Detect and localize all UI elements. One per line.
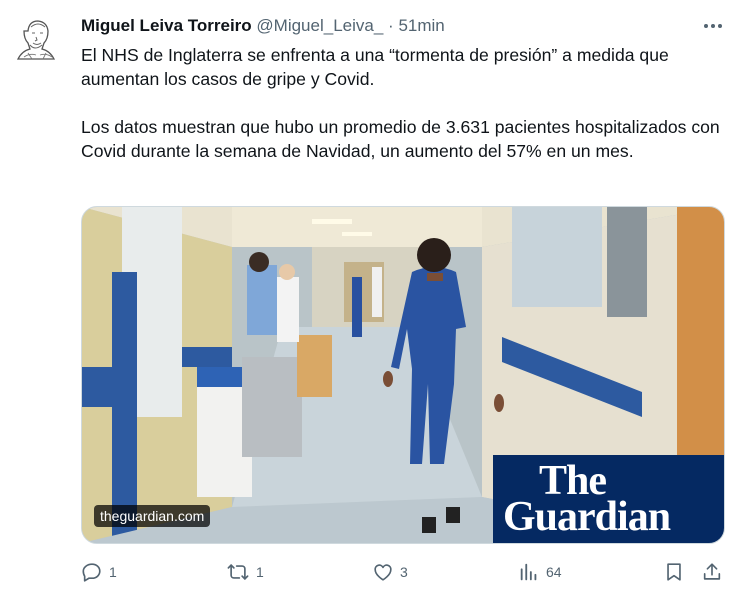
views-button[interactable]: 64 (518, 558, 562, 586)
share-icon (703, 563, 721, 580)
card-domain[interactable]: theguardian.com (94, 505, 211, 527)
like-button[interactable]: 3 (372, 558, 408, 586)
link-card-image[interactable]: theguardian.com The Guardian (81, 206, 725, 544)
bookmark-icon (667, 563, 681, 581)
action-bar: 1 1 3 64 (81, 558, 726, 586)
tweet-text: El NHS de Inglaterra se enfrenta a una “… (81, 43, 721, 163)
views-count: 64 (546, 564, 562, 580)
retweet-count: 1 (256, 564, 264, 580)
views-icon (520, 563, 537, 581)
guardian-logo: The Guardian (493, 455, 724, 543)
tweet-header: Miguel Leiva Torreiro @Miguel_Leiva_ · 5… (81, 16, 445, 36)
tweet-paragraph-1: El NHS de Inglaterra se enfrenta a una “… (81, 45, 669, 89)
retweet-icon (227, 564, 249, 580)
reply-count: 1 (109, 564, 117, 580)
reply-button[interactable]: 1 (81, 558, 117, 586)
like-icon (374, 564, 392, 581)
bookmark-button[interactable] (663, 558, 685, 586)
header-separator: · (388, 16, 394, 35)
share-button[interactable] (701, 558, 723, 586)
author-handle[interactable]: @Miguel_Leiva_ (256, 16, 383, 35)
reply-icon (82, 563, 101, 582)
more-icon (704, 24, 722, 28)
tweet-paragraph-2: Los datos muestran que hubo un promedio … (81, 117, 720, 161)
like-count: 3 (400, 564, 408, 580)
logo-text-guardian: Guardian (503, 494, 671, 540)
author-name[interactable]: Miguel Leiva Torreiro (81, 16, 252, 35)
avatar[interactable] (16, 13, 58, 63)
more-options-button[interactable] (700, 14, 726, 38)
retweet-button[interactable]: 1 (226, 558, 264, 586)
tweet-timestamp[interactable]: 51min (398, 16, 444, 35)
